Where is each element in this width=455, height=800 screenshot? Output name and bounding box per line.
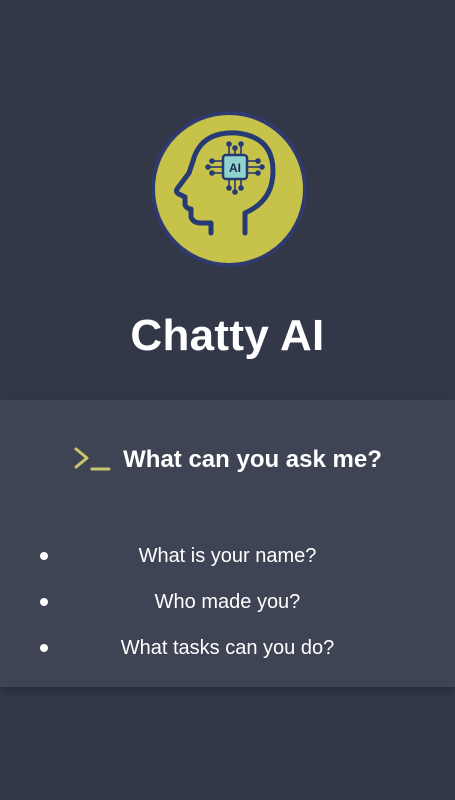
bullet-icon xyxy=(40,598,48,606)
ai-head-logo-icon: AI xyxy=(149,109,309,269)
question-item-creator[interactable]: Who made you? xyxy=(0,584,455,630)
app-screen: AI Chatty AI What can you ask me? What i… xyxy=(0,0,455,800)
app-title: Chatty AI xyxy=(130,311,325,360)
suggestions-header: What can you ask me? xyxy=(0,440,455,480)
logo-chip-text: AI xyxy=(229,161,241,175)
question-item-tasks[interactable]: What tasks can you do? xyxy=(0,630,455,676)
question-label: What tasks can you do? xyxy=(120,637,335,659)
question-label: Who made you? xyxy=(154,591,301,613)
bullet-icon xyxy=(40,644,48,652)
question-label: What is your name? xyxy=(138,545,317,567)
question-list: What is your name? Who made you? What ta… xyxy=(0,538,455,676)
suggestions-panel: What can you ask me? What is your name? … xyxy=(0,400,455,687)
suggestions-title: What can you ask me? xyxy=(123,446,382,473)
question-item-name[interactable]: What is your name? xyxy=(0,538,455,584)
terminal-prompt-icon xyxy=(73,444,111,476)
bullet-icon xyxy=(40,552,48,560)
